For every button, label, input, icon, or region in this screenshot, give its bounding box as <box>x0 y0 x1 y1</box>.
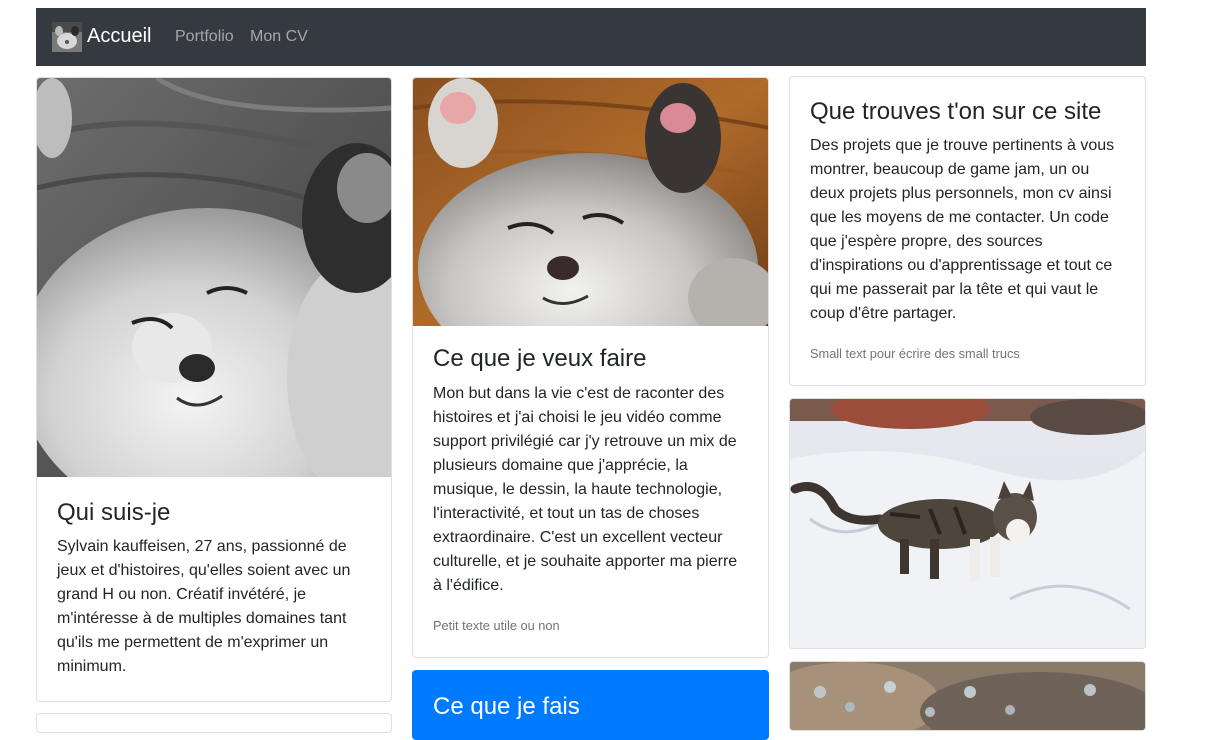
card-text: Sylvain kauffeisen, 27 ans, passionné de… <box>57 538 351 675</box>
card-title: Ce que je fais <box>433 693 580 720</box>
nav-link-portfolio[interactable]: Portfolio <box>175 27 234 47</box>
card-small-text: Petit texte utile ou non <box>433 618 560 633</box>
card-ce-que-je-veux-faire: Ce que je veux faire Mon but dans la vie… <box>412 77 769 658</box>
card-que-trouves-ton: Que trouves t'on sur ce site Des projets… <box>789 76 1146 386</box>
card-small-text: Small text pour écrire des small trucs <box>810 346 1020 361</box>
card-text: Des projets que je trouve pertinents à v… <box>810 137 1115 322</box>
brand-link[interactable]: Accueil <box>87 23 151 49</box>
card-title: Qui suis-je <box>57 499 171 526</box>
card-image-kitten-paws <box>413 78 768 326</box>
card-image-snow <box>789 398 1146 649</box>
card-image-partial <box>789 661 1146 731</box>
card-title: Que trouves t'on sur ce site <box>810 98 1102 125</box>
card-partial <box>36 713 392 733</box>
brand-logo-image[interactable] <box>52 22 82 52</box>
card-image-kitten-grayscale <box>37 78 391 477</box>
nav-link-cv[interactable]: Mon CV <box>250 27 308 47</box>
card-image-kitten-snow <box>790 399 1145 648</box>
card-ce-que-je-fais: Ce que je fais <box>412 670 769 740</box>
card-text: Mon but dans la vie c'est de raconter de… <box>433 385 738 594</box>
navbar: Accueil Portfolio Mon CV <box>36 8 1146 66</box>
card-title: Ce que je veux faire <box>433 345 647 372</box>
card-qui-suis-je: Qui suis-je Sylvain kauffeisen, 27 ans, … <box>36 77 392 702</box>
card-image-blurry <box>790 662 1145 730</box>
